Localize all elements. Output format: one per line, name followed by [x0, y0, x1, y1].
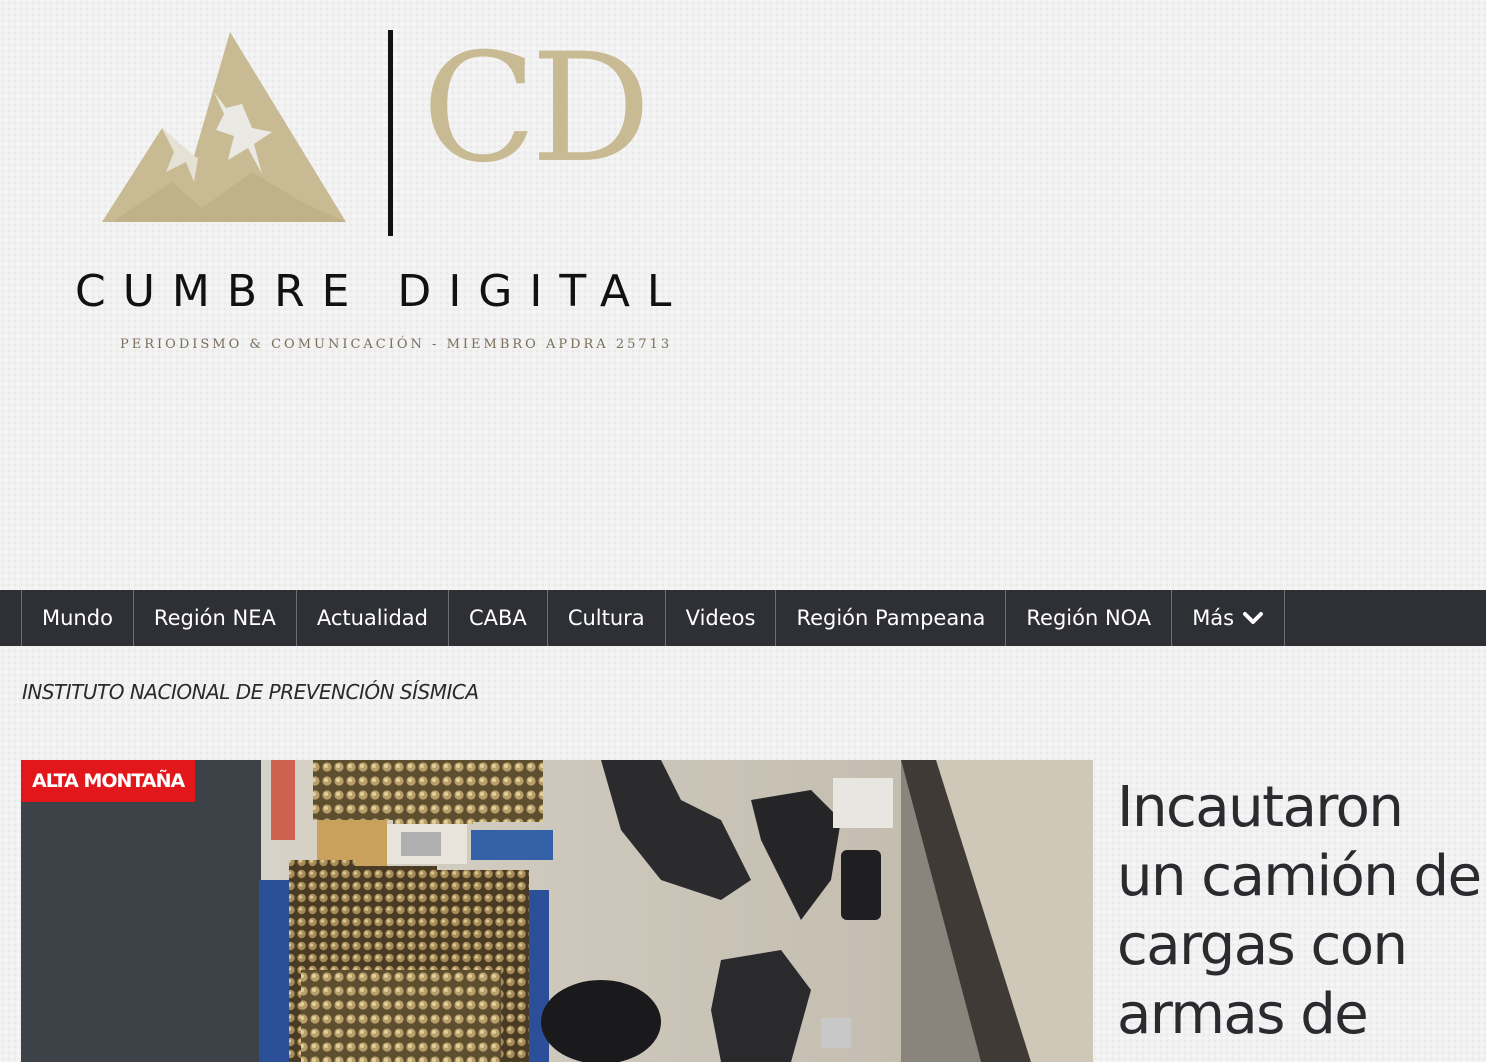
featured-photo [21, 760, 1093, 1062]
nav-item-cultura[interactable]: Cultura [548, 590, 666, 646]
nav-item-caba[interactable]: CABA [449, 590, 548, 646]
site-name: CUMBRE DIGITAL [75, 266, 689, 317]
breaking-news-ticker[interactable]: INSTITUTO NACIONAL DE PREVENCIÓN SÍSMICA [22, 680, 479, 704]
site-tagline: PERIODISMO & COMUNICACIÓN - MIEMBRO APDR… [120, 337, 673, 352]
nav-item-mas[interactable]: Más [1172, 590, 1286, 646]
nav-list: Mundo Región NEA Actualidad CABA Cultura… [21, 590, 1486, 646]
category-badge[interactable]: ALTA MONTAÑA [21, 760, 196, 802]
nav-item-label: Región NOA [1026, 606, 1152, 630]
nav-item-label: Más [1192, 606, 1235, 630]
nav-item-videos[interactable]: Videos [666, 590, 777, 646]
nav-item-label: Región Pampeana [796, 606, 986, 630]
nav-item-region-nea[interactable]: Región NEA [134, 590, 297, 646]
site-logo[interactable]: CD CUMBRE DIGITAL PERIODISMO & COMUNICAC… [70, 28, 720, 358]
nav-item-label: Actualidad [316, 606, 428, 630]
nav-item-region-pampeana[interactable]: Región Pampeana [776, 590, 1007, 646]
nav-item-label: CABA [469, 606, 527, 630]
nav-item-label: Videos [685, 606, 756, 630]
mountain-logo-icon [102, 32, 346, 222]
nav-item-region-noa[interactable]: Región NOA [1006, 590, 1173, 646]
logo-divider [388, 30, 393, 236]
nav-item-label: Mundo [42, 606, 113, 630]
nav-item-label: Cultura [567, 606, 645, 630]
logo-initials: CD [422, 22, 651, 196]
nav-item-label: Región NEA [153, 606, 276, 630]
main-navigation: Mundo Región NEA Actualidad CABA Cultura… [0, 590, 1486, 646]
chevron-down-icon [1243, 612, 1264, 624]
featured-article-title[interactable]: Incautaron un camión de cargas con armas… [1117, 773, 1486, 1049]
nav-item-actualidad[interactable]: Actualidad [297, 590, 449, 646]
nav-item-mundo[interactable]: Mundo [22, 590, 134, 646]
featured-article-image[interactable] [21, 760, 1093, 1062]
